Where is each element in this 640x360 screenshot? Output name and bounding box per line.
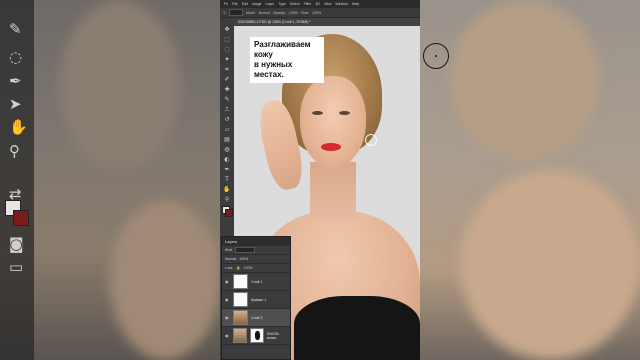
caption-line-2: в нужных местах. xyxy=(254,60,293,79)
lock-label: Lock: xyxy=(225,266,234,270)
menu-item[interactable]: Ps xyxy=(224,2,228,6)
opacity-label: Opacity: xyxy=(272,10,286,15)
photo-dress xyxy=(294,296,420,360)
healing-icon[interactable]: ✚ xyxy=(223,86,231,94)
quick-mask-icon: ◙ xyxy=(9,235,24,253)
layers-panel-tabs: Layers xyxy=(222,237,290,246)
eye-icon[interactable]: ◉ xyxy=(225,279,230,284)
photo-neck xyxy=(310,162,356,222)
move-icon: ➤ xyxy=(9,95,22,113)
menu-item[interactable]: 3D xyxy=(315,2,319,6)
filter-kind-select[interactable]: Kind xyxy=(225,248,232,252)
layer-thumbnail xyxy=(233,310,248,325)
blend-mode-select[interactable]: Normal xyxy=(225,257,236,261)
eye-icon[interactable]: ◉ xyxy=(225,315,230,320)
caption-line-1: Разглаживаем кожу xyxy=(254,40,311,59)
type-icon[interactable]: T xyxy=(223,176,231,184)
brush-icon: ✎ xyxy=(9,20,22,38)
menu-item[interactable]: Image xyxy=(252,2,262,6)
menu-item[interactable]: Edit xyxy=(242,2,248,6)
marquee-icon[interactable]: ⬚ xyxy=(223,36,231,44)
blurred-background-right xyxy=(420,0,640,360)
menu-item[interactable]: Help xyxy=(352,2,359,6)
document-tab[interactable]: SNG39850-1.PSD @ 126% (Слой 1, RGB/8) * xyxy=(234,18,420,26)
layers-blend-row: Normal 100% xyxy=(222,255,290,264)
eyedropper-icon[interactable]: ✐ xyxy=(223,76,231,84)
hand-icon[interactable]: ✋ xyxy=(223,186,231,194)
hand-icon: ✋ xyxy=(9,118,28,136)
brush-icon[interactable]: ✎ xyxy=(223,11,226,15)
brush-icon[interactable]: ✎ xyxy=(223,96,231,104)
brush-cursor-icon xyxy=(423,43,449,69)
layer-row[interactable]: ◉ Слой 1 xyxy=(222,273,290,291)
move-icon[interactable]: ✥ xyxy=(223,26,231,34)
tab-layers[interactable]: Layers xyxy=(225,239,237,244)
photo-right-eye xyxy=(339,111,350,115)
history-brush-icon[interactable]: ↺ xyxy=(223,116,231,124)
menu-item[interactable]: Select xyxy=(290,2,300,6)
options-bar: ✎ Mode: Normal Opacity: 100% Flow: 100% xyxy=(220,8,420,18)
menu-item[interactable]: Type xyxy=(278,2,286,6)
layer-name: Слой 1 xyxy=(251,279,263,284)
document-tab-title: SNG39850-1.PSD @ 126% (Слой 1, RGB/8) * xyxy=(238,20,311,24)
pen-icon[interactable]: ✒ xyxy=(223,166,231,174)
pen-icon: ✒ xyxy=(9,72,22,90)
layers-filter-row: Kind xyxy=(222,246,290,255)
zoom-icon: ⚲ xyxy=(9,142,20,160)
menu-item[interactable]: Layer xyxy=(266,2,275,6)
blurred-neck xyxy=(460,170,640,360)
layers-lock-row: Lock: 🔒 100% xyxy=(222,264,290,273)
menu-item[interactable]: File xyxy=(232,2,238,6)
lasso-icon: ◌ xyxy=(9,48,23,66)
mode-label: Mode: xyxy=(245,10,256,15)
layer-name: Слой 3 xyxy=(251,315,263,320)
caption-overlay: Разглаживаем кожу в нужных местах. xyxy=(250,37,324,83)
lasso-icon[interactable]: ◌ xyxy=(223,46,231,54)
layer-thumbnail xyxy=(233,274,248,289)
layer-row[interactable]: ◉ SNG39... копия xyxy=(222,327,290,345)
gradient-icon[interactable]: ▤ xyxy=(223,136,231,144)
eye-icon[interactable]: ◉ xyxy=(225,297,230,302)
flow-label: Flow: xyxy=(300,10,310,15)
layer-fill-input[interactable]: 100% xyxy=(244,266,253,270)
blurred-hand xyxy=(60,0,180,170)
background-color-swatch[interactable] xyxy=(225,209,233,217)
menu-item[interactable]: View xyxy=(324,2,332,6)
layer-mask-thumbnail xyxy=(249,328,264,343)
layer-opacity-input[interactable]: 100% xyxy=(239,257,248,261)
blurred-shoulder xyxy=(110,200,220,360)
eraser-icon[interactable]: ▱ xyxy=(223,126,231,134)
photo-face xyxy=(300,76,366,168)
screen-mode-icon: ▭ xyxy=(9,258,24,276)
eye-icon[interactable]: ◉ xyxy=(225,333,230,338)
photo-lips xyxy=(321,143,341,151)
layer-name: SNG39... копия xyxy=(266,331,282,340)
lock-icon[interactable]: 🔒 xyxy=(236,266,240,270)
dodge-icon[interactable]: ◐ xyxy=(223,156,231,164)
photo-left-eye xyxy=(312,111,323,115)
layers-panel: Layers Kind Normal 100% Lock: 🔒 100% ◉ С… xyxy=(221,236,291,360)
blurred-face xyxy=(450,0,600,160)
mode-select[interactable]: Normal xyxy=(259,11,270,15)
layer-thumbnail xyxy=(232,328,247,343)
filter-field[interactable] xyxy=(235,247,256,253)
brush-size-picker[interactable] xyxy=(228,9,243,16)
crop-icon[interactable]: ⌗ xyxy=(223,66,231,74)
background-swatch xyxy=(13,210,29,226)
layer-name: Кривые 1 xyxy=(251,297,267,302)
brush-cursor-icon xyxy=(365,134,377,146)
layer-thumbnail xyxy=(233,292,248,307)
blur-icon[interactable]: ◍ xyxy=(223,146,231,154)
opacity-input[interactable]: 100% xyxy=(289,11,298,15)
quick-select-icon[interactable]: ✦ xyxy=(223,56,231,64)
flow-input[interactable]: 100% xyxy=(312,11,321,15)
layer-row-active[interactable]: ◉ Слой 3 xyxy=(222,309,290,327)
menu-item[interactable]: Filter xyxy=(304,2,312,6)
menu-item[interactable]: Window xyxy=(335,2,347,6)
menu-bar: Ps File Edit Image Layer Type Select Fil… xyxy=(220,0,420,8)
zoom-icon[interactable]: ⚲ xyxy=(223,196,231,204)
layer-row[interactable]: ◉ Кривые 1 xyxy=(222,291,290,309)
blurred-toolbar: ✎ ◌ ✒ ➤ ✋ ⚲ ⇄ ◙ ▭ xyxy=(0,0,34,360)
stamp-icon[interactable]: ⎍ xyxy=(223,106,231,114)
